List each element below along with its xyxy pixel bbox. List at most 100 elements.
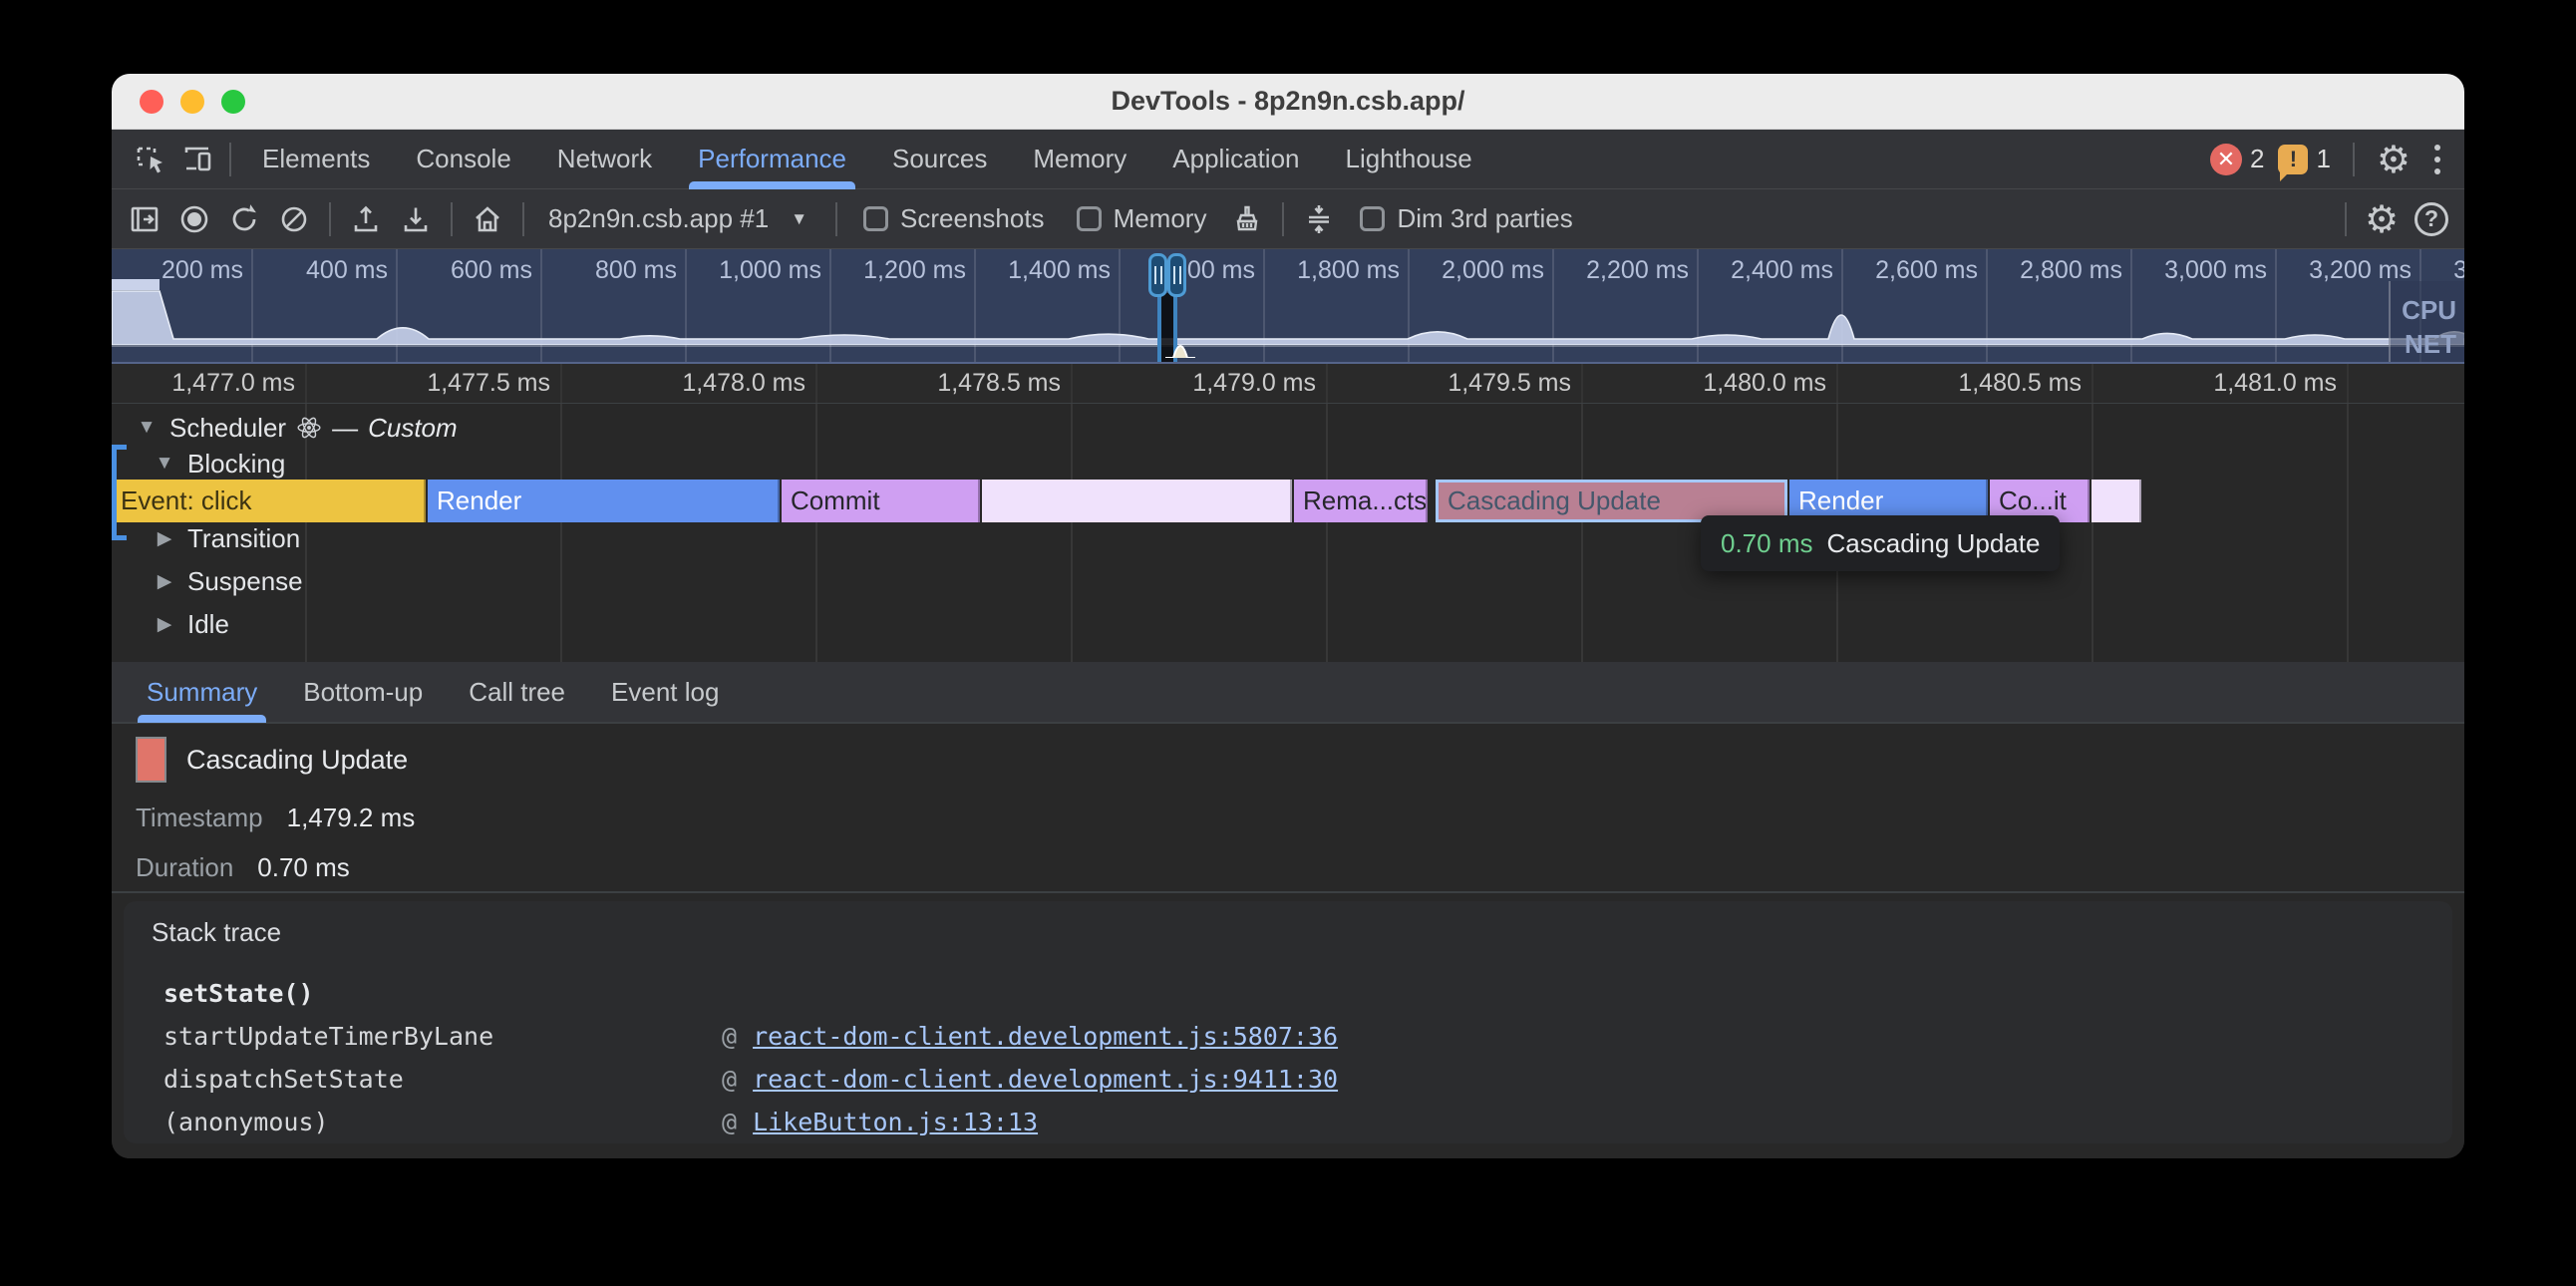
tab-performance[interactable]: Performance — [675, 130, 869, 188]
record-icon[interactable] — [171, 196, 217, 242]
detail-ruler-label: 1,481.0 ms — [2213, 369, 2337, 398]
screenshots-checkbox-group[interactable]: Screenshots — [849, 203, 1059, 234]
summary-pane: Cascading Update Timestamp 1,479.2 ms Du… — [112, 724, 2464, 891]
track-gridline — [1326, 404, 1328, 662]
track-group-label: Transition — [187, 523, 300, 554]
zoom-window-button[interactable] — [221, 90, 245, 114]
capture-settings-gear-icon[interactable]: ⚙ — [2359, 196, 2405, 242]
flame-event-unlabeled[interactable] — [982, 480, 1292, 522]
ruler-gridline — [1581, 364, 1583, 403]
overview-tick-label: 2,000 ms — [1442, 256, 1544, 285]
clear-icon[interactable] — [271, 196, 317, 242]
details-tab-summary[interactable]: Summary — [124, 662, 280, 722]
overview-tick-label: 2,800 ms — [2020, 256, 2122, 285]
details-tab-event-log[interactable]: Event log — [588, 662, 742, 722]
timestamp-label: Timestamp — [136, 803, 263, 833]
memory-label: Memory — [1114, 203, 1207, 234]
divider — [451, 202, 453, 236]
summary-row-timestamp: Timestamp 1,479.2 ms — [136, 803, 2464, 833]
track-group-suspense[interactable]: ▶ Suspense — [152, 563, 303, 599]
triangle-right-icon[interactable]: ▶ — [152, 570, 177, 593]
more-options-icon[interactable] — [2424, 145, 2450, 174]
tab-lighthouse[interactable]: Lighthouse — [1323, 130, 1495, 188]
flame-event-commit[interactable]: Commit — [782, 480, 980, 522]
net-divider-line — [112, 345, 2464, 347]
reload-record-icon[interactable] — [221, 196, 267, 242]
selection-left-handle[interactable] — [1148, 253, 1167, 297]
triangle-down-icon[interactable]: ▼ — [152, 453, 177, 475]
screenshots-checkbox[interactable] — [863, 206, 888, 231]
triangle-down-icon[interactable]: ▼ — [134, 417, 160, 439]
minimize-window-button[interactable] — [180, 90, 204, 114]
detail-ruler-label: 1,480.0 ms — [1703, 369, 1826, 398]
details-tab-call-tree[interactable]: Call tree — [446, 662, 588, 722]
tab-elements[interactable]: Elements — [239, 130, 393, 188]
stack-frame: dispatchSetState@react-dom-client.develo… — [152, 1058, 2432, 1101]
selection-right-handle[interactable] — [1167, 253, 1186, 297]
stack-frame-source-link[interactable]: LikeButton.js:13:13 — [753, 1108, 1038, 1136]
track-group-transition[interactable]: ▶ Transition — [152, 520, 300, 556]
inspect-element-icon[interactable] — [126, 136, 173, 183]
overview-tick-label: 1,000 ms — [719, 256, 821, 285]
triangle-right-icon[interactable]: ▶ — [152, 527, 177, 550]
triangle-right-icon[interactable]: ▶ — [152, 613, 177, 636]
panel-tabs: ElementsConsoleNetworkPerformanceSources… — [239, 130, 1495, 188]
load-profile-icon[interactable] — [343, 196, 389, 242]
tab-console[interactable]: Console — [393, 130, 533, 188]
toggle-sidebar-icon[interactable] — [122, 196, 167, 242]
memory-checkbox-group[interactable]: Memory — [1063, 203, 1221, 234]
flame-event-rema-cts[interactable]: Rema...cts — [1294, 480, 1428, 522]
dim-3rd-parties-checkbox[interactable] — [1360, 206, 1385, 231]
details-tab-bottom-up[interactable]: Bottom-up — [280, 662, 446, 722]
selection-region[interactable] — [1157, 293, 1177, 362]
flame-event-unlabeled[interactable] — [2092, 480, 2141, 522]
detail-time-ruler: 1,477.0 ms1,477.5 ms1,478.0 ms1,478.5 ms… — [112, 364, 2464, 404]
console-error-badge[interactable]: ✕ 2 — [2210, 144, 2264, 175]
tab-network[interactable]: Network — [534, 130, 675, 188]
tab-memory[interactable]: Memory — [1010, 130, 1149, 188]
settings-gear-icon[interactable]: ⚙ — [2377, 141, 2411, 178]
collapse-tracks-icon[interactable] — [1296, 196, 1342, 242]
dim-3rd-parties-label: Dim 3rd parties — [1397, 203, 1572, 234]
tab-application[interactable]: Application — [1149, 130, 1322, 188]
macos-titlebar: DevTools - 8p2n9n.csb.app/ — [112, 74, 2464, 130]
home-icon[interactable] — [465, 196, 510, 242]
stack-frame: (anonymous)@LikeButton.js:13:13 — [152, 1101, 2432, 1143]
memory-checkbox[interactable] — [1077, 206, 1102, 231]
detail-ruler-label: 1,478.0 ms — [682, 369, 805, 398]
summary-header: Cascading Update — [136, 736, 2464, 784]
dim-3rd-parties-checkbox-group[interactable]: Dim 3rd parties — [1346, 203, 1586, 234]
track-gridline — [1071, 404, 1073, 662]
scheduler-dash: — — [332, 413, 358, 444]
garbage-collect-icon[interactable] — [1224, 196, 1270, 242]
console-warning-badge[interactable]: ! 1 — [2278, 144, 2330, 174]
stack-frame-source-link[interactable]: react-dom-client.development.js:9411:30 — [753, 1065, 1338, 1094]
help-icon[interactable]: ? — [2409, 196, 2454, 242]
target-selector[interactable]: 8p2n9n.csb.app #1 ▼ — [536, 203, 823, 234]
flame-event-render[interactable]: Render — [428, 480, 780, 522]
device-toolbar-icon[interactable] — [173, 136, 221, 183]
track-group-blocking[interactable]: ▼ Blocking — [152, 446, 285, 482]
save-profile-icon[interactable] — [393, 196, 439, 242]
timeline-overview[interactable]: 200 ms400 ms600 ms800 ms1,000 ms1,200 ms… — [112, 249, 2464, 364]
track-gridline — [2347, 404, 2349, 662]
divider — [835, 202, 837, 236]
stack-frame: startUpdateTimerByLane@react-dom-client.… — [152, 1015, 2432, 1058]
warning-count: 1 — [2316, 144, 2330, 174]
overview-tick-label: 2,600 ms — [1875, 256, 1978, 285]
timeline-selection-window[interactable] — [1148, 249, 1186, 362]
timestamp-value: 1,479.2 ms — [287, 803, 416, 833]
track-scheduler[interactable]: ▼ Scheduler — Custom — [134, 410, 458, 446]
net-label: NET — [2405, 329, 2456, 360]
ruler-gridline — [2347, 364, 2349, 403]
stack-frame-at: @ — [722, 1065, 737, 1094]
tab-sources[interactable]: Sources — [869, 130, 1010, 188]
chevron-down-icon: ▼ — [791, 209, 807, 229]
flame-chart-area[interactable]: ▼ Scheduler — Custom ▼ Blocking Event: c… — [112, 404, 2464, 662]
flame-event-event-click[interactable]: Event: click — [112, 480, 426, 522]
ruler-gridline — [1071, 364, 1073, 403]
close-window-button[interactable] — [140, 90, 163, 114]
track-gridline — [2092, 404, 2093, 662]
stack-frame-source-link[interactable]: react-dom-client.development.js:5807:36 — [753, 1022, 1338, 1051]
track-group-idle[interactable]: ▶ Idle — [152, 606, 229, 642]
